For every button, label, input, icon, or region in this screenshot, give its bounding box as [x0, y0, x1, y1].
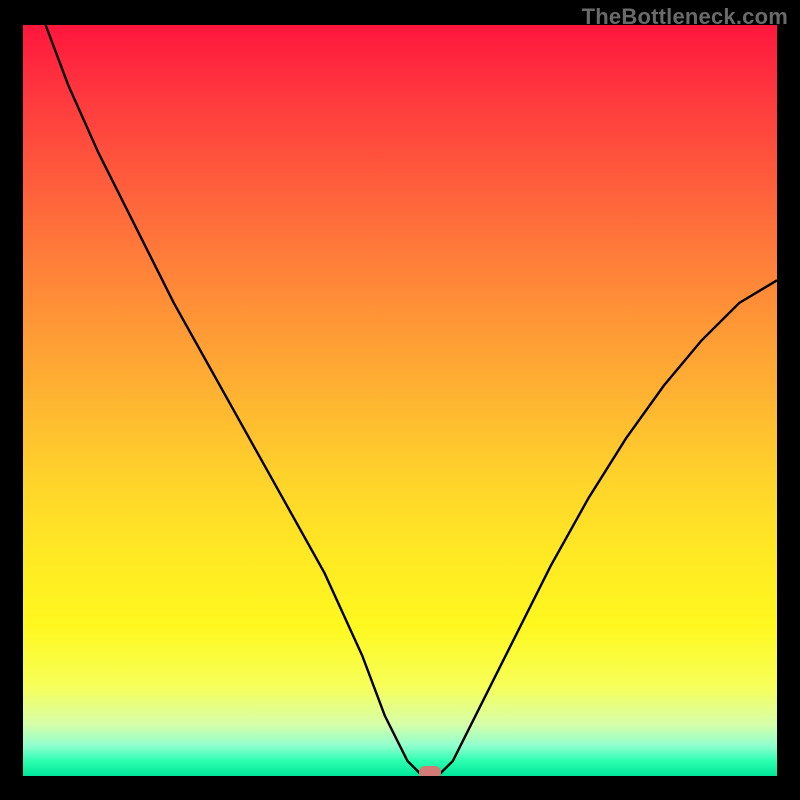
- watermark-text: TheBottleneck.com: [582, 4, 788, 30]
- plot-area: [23, 25, 777, 776]
- optimal-marker: [419, 766, 441, 776]
- chart-frame: TheBottleneck.com: [0, 0, 800, 800]
- curve-path: [46, 25, 777, 776]
- bottleneck-curve: [23, 25, 777, 776]
